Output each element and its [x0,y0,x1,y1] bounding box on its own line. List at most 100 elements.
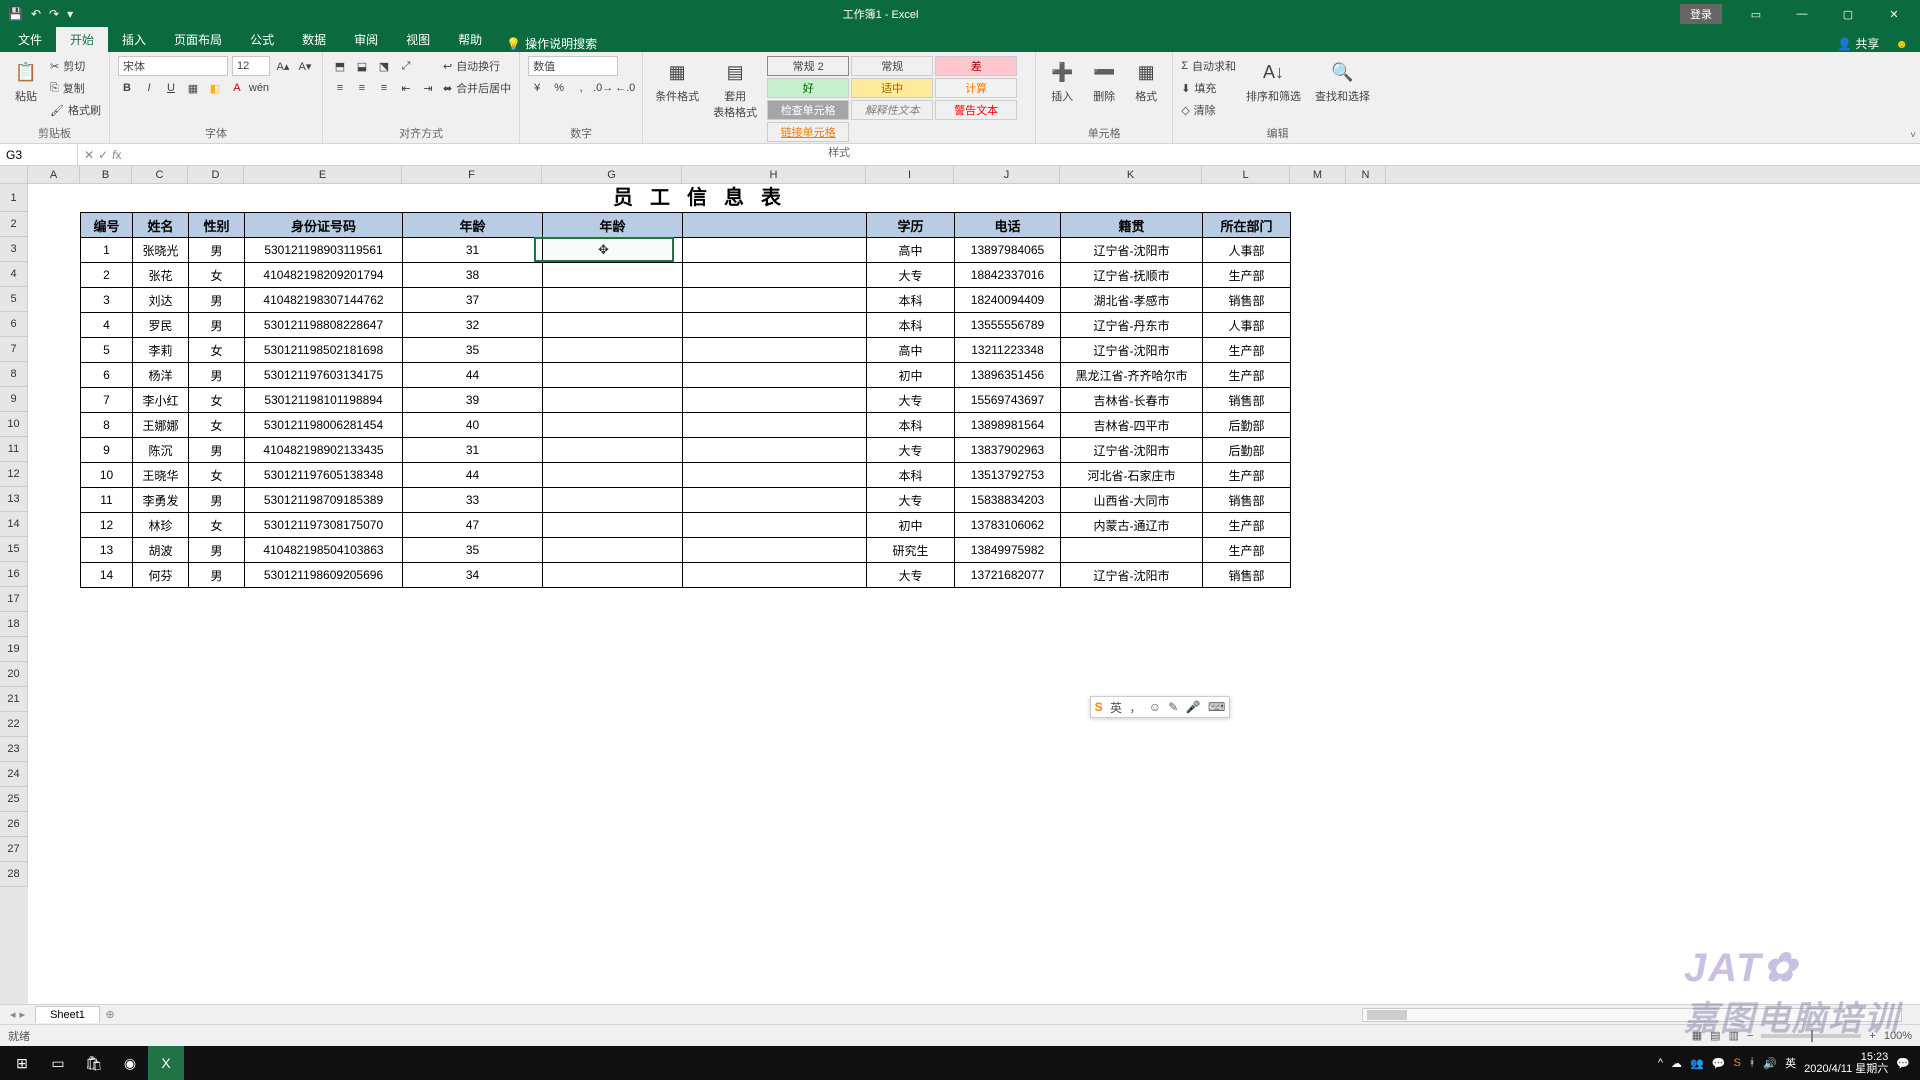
zoom-out-icon[interactable]: − [1747,1030,1753,1042]
table-cell[interactable]: 13896351456 [955,363,1061,388]
table-header-cell[interactable]: 学历 [867,213,955,238]
row-header[interactable]: 10 [0,412,28,437]
table-cell[interactable]: 生产部 [1203,338,1291,363]
save-icon[interactable]: 💾 [8,7,23,21]
copy-button[interactable]: ⎘ 复制 [50,78,101,98]
table-cell[interactable]: 410482198504103863 [245,538,403,563]
table-cell[interactable]: 辽宁省-沈阳市 [1061,563,1203,588]
zoom-in-icon[interactable]: + [1869,1030,1875,1042]
delete-cells-button[interactable]: ➖删除 [1086,56,1122,106]
table-cell[interactable]: 14 [81,563,133,588]
row-header[interactable]: 24 [0,762,28,787]
table-cell[interactable]: 人事部 [1203,238,1291,263]
tab-view[interactable]: 视图 [392,27,444,52]
align-bottom-icon[interactable]: ⬔ [375,57,393,75]
increase-font-icon[interactable]: A▴ [274,57,292,75]
table-cell[interactable]: 男 [189,313,245,338]
worksheet-grid[interactable]: ABCDEFGHIJKLMN 1234567891011121314151617… [0,166,1920,1004]
align-left-icon[interactable]: ≡ [331,79,349,97]
view-normal-icon[interactable]: ▦ [1692,1029,1702,1042]
tab-review[interactable]: 审阅 [340,27,392,52]
enter-formula-icon[interactable]: ✓ [98,148,108,162]
table-cell[interactable]: 吉林省-四平市 [1061,413,1203,438]
table-format-button[interactable]: ▤套用 表格格式 [709,56,761,122]
table-header-cell[interactable]: 身份证号码 [245,213,403,238]
tab-data[interactable]: 数据 [288,27,340,52]
table-cell[interactable] [683,513,867,538]
view-layout-icon[interactable]: ▤ [1710,1029,1720,1042]
table-cell[interactable]: 何芬 [133,563,189,588]
style-neutral[interactable]: 适中 [851,78,933,98]
row-header[interactable]: 3 [0,237,28,262]
cell-styles-gallery[interactable]: 常规 2 常规 差 好 适中 计算 检查单元格 解释性文本 警告文本 链接单元格 [767,56,1027,142]
view-pagebreak-icon[interactable]: ▥ [1729,1029,1739,1042]
table-header-cell[interactable]: 姓名 [133,213,189,238]
table-cell[interactable]: 6 [81,363,133,388]
table-cell[interactable]: 13721682077 [955,563,1061,588]
smiley-icon[interactable]: ☻ [1895,37,1908,51]
col-header[interactable]: G [542,166,682,183]
table-cell[interactable] [683,563,867,588]
format-painter-button[interactable]: 🖌 格式刷 [50,100,101,120]
table-cell[interactable]: 本科 [867,313,955,338]
comma-icon[interactable]: , [572,79,590,97]
table-cell[interactable] [543,463,683,488]
tray-bluetooth-icon[interactable]: ᚼ [1749,1057,1756,1069]
table-cell[interactable]: 生产部 [1203,363,1291,388]
tray-sogou-icon[interactable]: S [1733,1057,1740,1069]
row-header[interactable]: 2 [0,212,28,237]
col-header[interactable]: J [954,166,1060,183]
table-cell[interactable]: 33 [403,488,543,513]
table-cell[interactable]: 5 [81,338,133,363]
merge-center-button[interactable]: ⬌ 合并后居中 [443,78,511,98]
table-cell[interactable]: 13837902963 [955,438,1061,463]
undo-icon[interactable]: ↶ [31,7,41,21]
table-cell[interactable] [543,313,683,338]
table-cell[interactable]: 王晓华 [133,463,189,488]
row-header[interactable]: 22 [0,712,28,737]
row-header[interactable]: 18 [0,612,28,637]
table-header-cell[interactable]: 籍贯 [1061,213,1203,238]
table-cell[interactable]: 初中 [867,363,955,388]
fill-button[interactable]: ⬇ 填充 [1181,78,1236,98]
excel-taskbar-icon[interactable]: X [148,1046,184,1080]
table-cell[interactable]: 湖北省-孝感市 [1061,288,1203,313]
table-cell[interactable]: 47 [403,513,543,538]
ime-lang[interactable]: 英 [1110,699,1122,716]
table-cell[interactable]: 13555556789 [955,313,1061,338]
table-cell[interactable] [683,338,867,363]
tray-network-icon[interactable]: 🔊 [1763,1057,1777,1070]
table-cell[interactable]: 39 [403,388,543,413]
orientation-icon[interactable]: ⤢ [397,57,415,75]
row-header[interactable]: 4 [0,262,28,287]
row-header[interactable]: 13 [0,487,28,512]
table-header-cell[interactable]: 性别 [189,213,245,238]
table-cell[interactable] [543,288,683,313]
table-cell[interactable]: 大专 [867,388,955,413]
font-color-button[interactable]: A [228,79,246,97]
share-button[interactable]: 👤 共享 [1837,35,1879,52]
table-cell[interactable]: 35 [403,538,543,563]
table-cell[interactable]: 34 [403,563,543,588]
table-cell[interactable]: 大专 [867,488,955,513]
table-cell[interactable]: 男 [189,538,245,563]
font-size-combo[interactable]: 12 [232,56,270,76]
table-cell[interactable] [543,363,683,388]
find-select-button[interactable]: 🔍查找和选择 [1311,56,1374,106]
table-cell[interactable]: 男 [189,238,245,263]
table-cell[interactable]: 44 [403,463,543,488]
row-header[interactable]: 23 [0,737,28,762]
table-cell[interactable]: 530121198808228647 [245,313,403,338]
table-cell[interactable]: 本科 [867,463,955,488]
table-cell[interactable] [543,513,683,538]
table-cell[interactable]: 530121198101198894 [245,388,403,413]
col-header[interactable]: E [244,166,402,183]
table-cell[interactable] [543,388,683,413]
row-header[interactable]: 5 [0,287,28,312]
table-cell[interactable]: 女 [189,263,245,288]
table-cell[interactable]: 河北省-石家庄市 [1061,463,1203,488]
style-explain[interactable]: 解释性文本 [851,100,933,120]
table-cell[interactable]: 后勤部 [1203,438,1291,463]
row-header[interactable]: 20 [0,662,28,687]
table-cell[interactable]: 18240094409 [955,288,1061,313]
